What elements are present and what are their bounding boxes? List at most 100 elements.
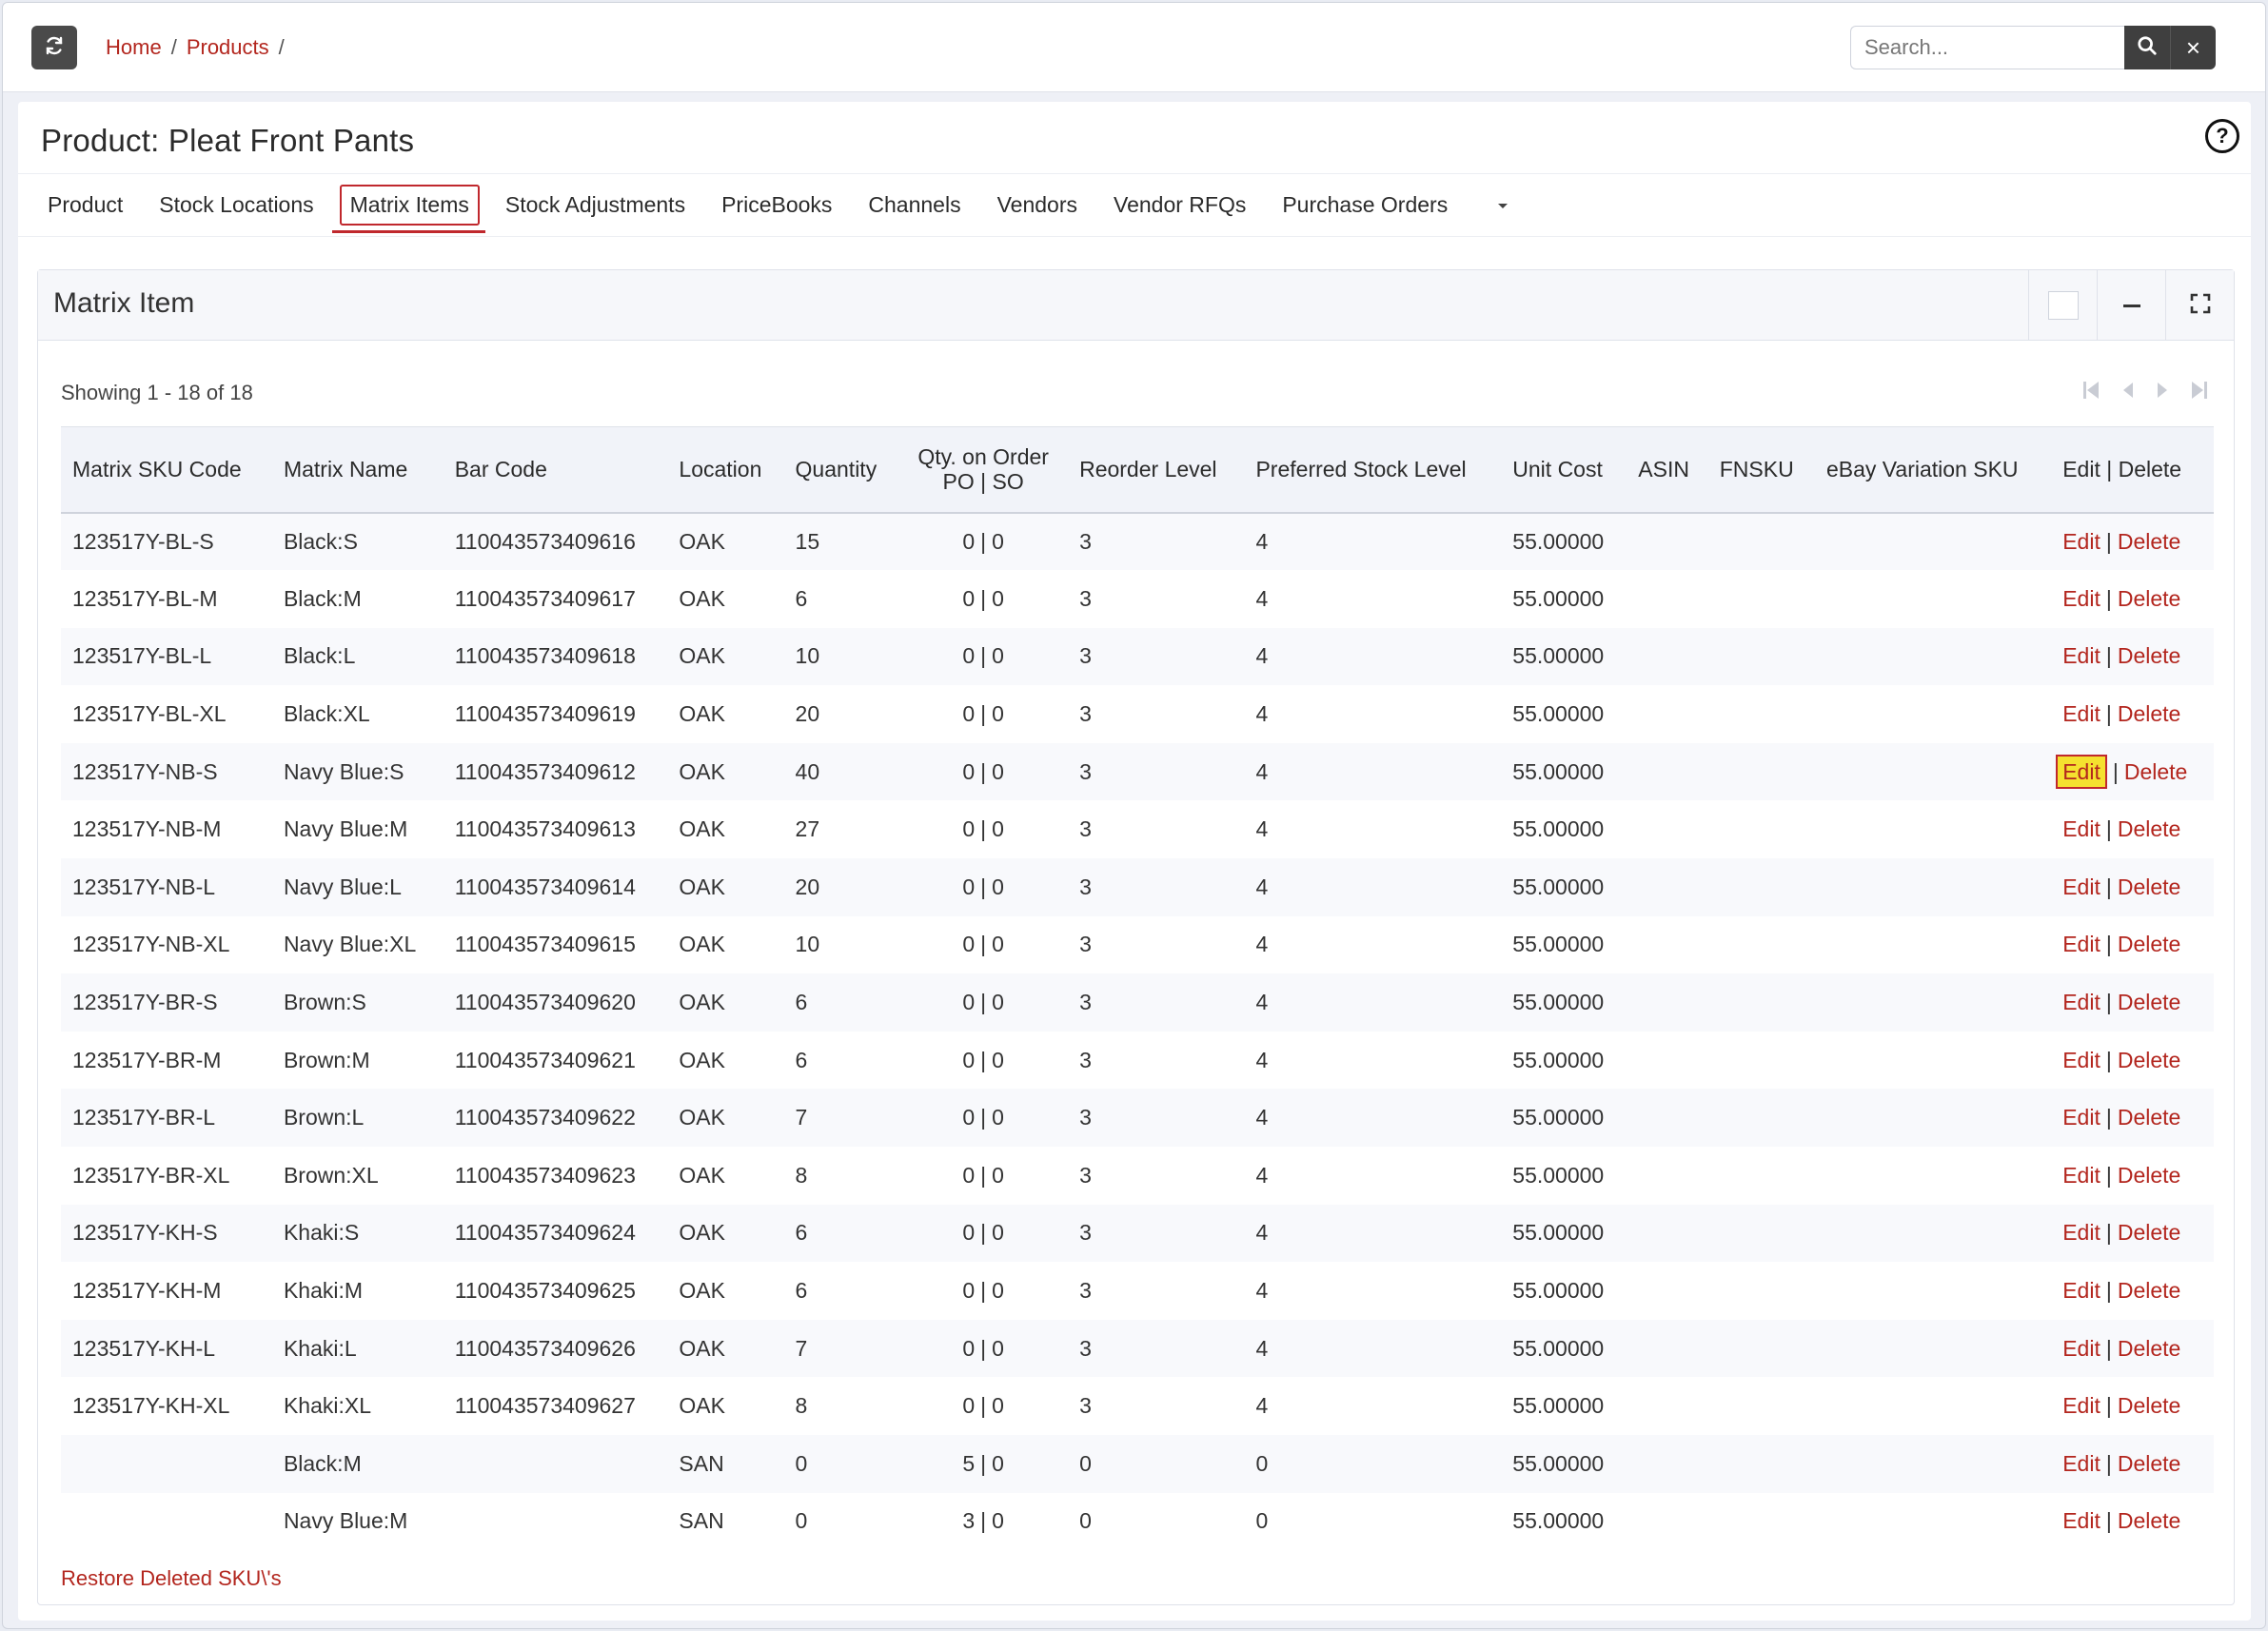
expand-icon — [2190, 293, 2211, 319]
delete-link[interactable]: Delete — [2118, 1393, 2180, 1418]
delete-link[interactable]: Delete — [2118, 586, 2180, 611]
edit-link[interactable]: Edit — [2062, 701, 2100, 726]
edit-link[interactable]: Edit — [2062, 1336, 2100, 1361]
edit-link[interactable]: Edit — [2062, 1105, 2100, 1130]
edit-link[interactable]: Edit — [2062, 990, 2100, 1014]
panel-select-button[interactable] — [2028, 270, 2097, 341]
edit-link[interactable]: Edit — [2062, 1220, 2100, 1245]
edit-link[interactable]: Edit — [2062, 816, 2100, 841]
delete-link[interactable]: Delete — [2118, 990, 2180, 1014]
cell-qty-on-order: 0 | 0 — [898, 1262, 1069, 1320]
restore-deleted-skus-link[interactable]: Restore Deleted SKU\'s — [61, 1566, 282, 1591]
delete-link[interactable]: Delete — [2118, 1451, 2180, 1476]
cell-location: OAK — [667, 1089, 784, 1148]
action-divider: | — [2105, 1508, 2112, 1534]
refresh-button[interactable] — [31, 26, 77, 69]
expand-button[interactable] — [2165, 270, 2234, 341]
edit-link[interactable]: Edit — [2062, 586, 2100, 611]
cell-asin — [1627, 1089, 1708, 1148]
tab-vendor-rfqs[interactable]: Vendor RFQs — [1103, 185, 1256, 226]
edit-link[interactable]: Edit — [2062, 1163, 2100, 1188]
column-header-ebay-variation-sku[interactable]: eBay Variation SKU — [1814, 426, 2052, 514]
clear-search-button[interactable]: × — [2170, 26, 2216, 69]
edit-link[interactable]: Edit — [2062, 1048, 2100, 1072]
delete-link[interactable]: Delete — [2118, 1336, 2180, 1361]
cell-barcode: 110043573409620 — [443, 973, 668, 1032]
delete-link[interactable]: Delete — [2118, 1508, 2180, 1533]
breadcrumb-products-link[interactable]: Products — [187, 35, 269, 60]
tab-pricebooks[interactable]: PriceBooks — [711, 185, 842, 226]
cell-barcode: 110043573409626 — [443, 1319, 668, 1378]
delete-link[interactable]: Delete — [2118, 701, 2180, 726]
column-header-fnsku[interactable]: FNSKU — [1707, 426, 1815, 514]
delete-link[interactable]: Delete — [2118, 1163, 2180, 1188]
cell-qty-on-order: 0 | 0 — [898, 512, 1069, 571]
edit-link[interactable]: Edit — [2062, 643, 2100, 668]
qty-po: 0 — [962, 1335, 976, 1361]
column-header-unit-cost[interactable]: Unit Cost — [1501, 426, 1627, 514]
breadcrumb-home-link[interactable]: Home — [106, 35, 162, 60]
search-input[interactable] — [1850, 26, 2124, 69]
search-button[interactable] — [2124, 26, 2170, 69]
cell-asin — [1627, 1492, 1708, 1551]
cell-actions: Edit | Delete — [2051, 1435, 2214, 1493]
edit-link[interactable]: Edit — [2062, 1393, 2100, 1418]
cell-ebay-variation-sku — [1814, 685, 2052, 743]
first-page-icon[interactable] — [2081, 379, 2100, 402]
delete-link[interactable]: Delete — [2118, 1048, 2180, 1072]
edit-link[interactable]: Edit — [2062, 874, 2100, 899]
tab-channels[interactable]: Channels — [858, 185, 971, 226]
edit-link[interactable]: Edit — [2062, 1278, 2100, 1303]
delete-link[interactable]: Delete — [2118, 1220, 2180, 1245]
edit-link[interactable]: Edit — [2056, 754, 2107, 789]
cell-ebay-variation-sku — [1814, 1262, 2052, 1320]
column-header-preferred-stock-level[interactable]: Preferred Stock Level — [1244, 426, 1502, 514]
qty-divider: | — [980, 1162, 987, 1188]
last-page-icon[interactable] — [2190, 379, 2209, 402]
qty-po: 5 — [962, 1450, 976, 1476]
delete-link[interactable]: Delete — [2118, 932, 2180, 956]
tab-stock-locations[interactable]: Stock Locations — [148, 185, 324, 226]
tab-product[interactable]: Product — [37, 185, 133, 226]
column-header-qty-on-order[interactable]: Qty. on Order PO | SO — [898, 426, 1069, 514]
column-header-barcode[interactable]: Bar Code — [443, 426, 668, 514]
delete-link[interactable]: Delete — [2118, 1105, 2180, 1130]
tab-vendors[interactable]: Vendors — [987, 185, 1088, 226]
close-icon: × — [2185, 32, 2201, 62]
help-icon[interactable]: ? — [2205, 119, 2239, 153]
cell-asin — [1627, 627, 1708, 686]
delete-link[interactable]: Delete — [2118, 816, 2180, 841]
tab-matrix-items[interactable]: Matrix Items — [331, 185, 486, 233]
cell-actions: Edit | Delete — [2051, 1319, 2214, 1378]
qty-po: 0 — [962, 758, 976, 784]
tab-stock-adjustments[interactable]: Stock Adjustments — [495, 185, 696, 226]
delete-link[interactable]: Delete — [2124, 759, 2187, 784]
edit-link[interactable]: Edit — [2062, 529, 2100, 554]
cell-barcode: 110043573409621 — [443, 1031, 668, 1090]
column-header-name[interactable]: Matrix Name — [271, 426, 444, 514]
delete-link[interactable]: Delete — [2118, 874, 2180, 899]
edit-link[interactable]: Edit — [2062, 1508, 2100, 1533]
next-page-icon[interactable] — [2156, 379, 2169, 402]
prev-page-icon[interactable] — [2121, 379, 2135, 402]
column-header-asin[interactable]: ASIN — [1627, 426, 1708, 514]
column-header-reorder-level[interactable]: Reorder Level — [1068, 426, 1245, 514]
edit-link[interactable]: Edit — [2062, 1451, 2100, 1476]
column-header-sku[interactable]: Matrix SKU Code — [61, 426, 272, 514]
tab-purchase-orders[interactable]: Purchase Orders — [1272, 185, 1458, 226]
qty-po: 0 — [962, 1278, 976, 1304]
cell-reorder-level: 3 — [1068, 742, 1245, 801]
delete-link[interactable]: Delete — [2118, 529, 2180, 554]
more-tabs-dropdown[interactable] — [1496, 198, 1509, 213]
column-header-quantity[interactable]: Quantity — [783, 426, 899, 514]
minimize-button[interactable] — [2097, 270, 2165, 341]
column-header-location[interactable]: Location — [667, 426, 784, 514]
delete-link[interactable]: Delete — [2118, 1278, 2180, 1303]
delete-link[interactable]: Delete — [2118, 643, 2180, 668]
table-row: 123517Y-NB-XL Navy Blue:XL 110043573409615… — [61, 915, 2214, 974]
cell-barcode: 110043573409624 — [443, 1204, 668, 1263]
qty-so: 0 — [992, 1047, 1004, 1072]
qty-po: 0 — [962, 932, 976, 957]
cell-barcode: 110043573409612 — [443, 742, 668, 801]
edit-link[interactable]: Edit — [2062, 932, 2100, 956]
